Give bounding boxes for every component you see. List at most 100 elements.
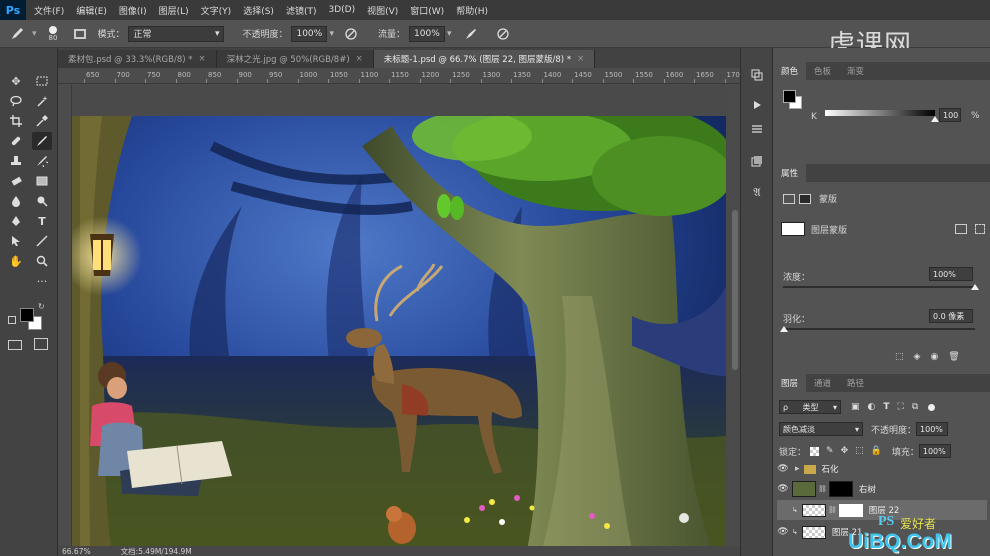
- marquee-tool-icon[interactable]: [32, 72, 52, 90]
- document-canvas[interactable]: [72, 116, 726, 550]
- filter-shape-icon[interactable]: ⛶: [898, 402, 904, 412]
- character-panel-icon[interactable]: 𝔄: [748, 184, 766, 202]
- healing-brush-tool-icon[interactable]: [6, 132, 26, 150]
- layer-row-shihua[interactable]: 👁 ▸ 石化: [777, 460, 987, 478]
- brush-size-picker[interactable]: 80: [49, 25, 57, 42]
- layer-opacity-input[interactable]: 100%: [916, 422, 949, 436]
- k-value-input[interactable]: 100: [939, 108, 961, 122]
- tab-material-psd[interactable]: 素材包.psd @ 33.3%(RGB/8) * ×: [58, 50, 217, 68]
- brush-panel-icon[interactable]: [71, 25, 89, 43]
- magic-wand-tool-icon[interactable]: [32, 92, 52, 110]
- opacity-input[interactable]: 100%: [291, 25, 328, 42]
- fill-input[interactable]: 100%: [918, 444, 951, 458]
- eye-icon[interactable]: 👁: [777, 464, 789, 474]
- chain-link-icon[interactable]: ⛓: [818, 485, 827, 493]
- crop-tool-icon[interactable]: [6, 112, 26, 130]
- close-icon[interactable]: ×: [577, 54, 584, 64]
- density-slider-knob[interactable]: [971, 284, 979, 290]
- eye-icon[interactable]: 👁: [777, 527, 789, 537]
- tab-paths[interactable]: 路径: [839, 374, 872, 392]
- move-tool-icon[interactable]: ✥: [6, 72, 26, 90]
- k-slider-track[interactable]: [825, 110, 935, 116]
- menu-window[interactable]: 窗口(W): [410, 4, 444, 17]
- tab-untitled-1-psd[interactable]: 未标题-1.psd @ 66.7% (图层 22, 图层蒙版/8) * ×: [373, 50, 596, 68]
- foreground-color-swatch[interactable]: [20, 308, 34, 322]
- hand-tool-icon[interactable]: ✋: [6, 252, 26, 270]
- dodge-tool-icon[interactable]: [32, 192, 52, 210]
- toggle-mask-visibility-icon[interactable]: ◉: [930, 352, 938, 362]
- lock-artboard-icon[interactable]: ⬚: [855, 446, 864, 456]
- path-selection-tool-icon[interactable]: [6, 232, 26, 250]
- menu-3d[interactable]: 3D(D): [328, 5, 355, 15]
- quick-mask-icon[interactable]: [8, 340, 22, 350]
- pressure-opacity-icon[interactable]: [342, 25, 360, 43]
- tab-color[interactable]: 颜色: [773, 62, 807, 80]
- zoom-level[interactable]: 66.67%: [62, 547, 91, 556]
- type-tool-icon[interactable]: T: [32, 212, 52, 230]
- history-panel-icon[interactable]: [748, 66, 766, 84]
- more-tools-icon[interactable]: ···: [32, 272, 52, 290]
- mask-thumbnail[interactable]: [781, 222, 805, 236]
- chevron-down-icon[interactable]: ▸: [795, 464, 800, 474]
- delete-mask-icon[interactable]: 🗑: [948, 352, 959, 362]
- zoom-tool-icon[interactable]: [32, 252, 52, 270]
- add-pixel-mask-icon[interactable]: [955, 224, 967, 234]
- load-selection-icon[interactable]: ⬚: [895, 352, 904, 362]
- tab-layers[interactable]: 图层: [773, 374, 807, 392]
- swap-colors-icon[interactable]: ↻: [38, 302, 45, 311]
- default-colors-icon[interactable]: [8, 316, 16, 324]
- filter-toggle-icon[interactable]: [928, 403, 936, 411]
- filter-pixel-icon[interactable]: ▣: [851, 402, 860, 412]
- pen-tool-icon[interactable]: [6, 212, 26, 230]
- feather-input[interactable]: 0.0 像素: [929, 309, 973, 323]
- gradient-tool-icon[interactable]: [32, 172, 52, 190]
- clone-stamp-tool-icon[interactable]: [6, 152, 26, 170]
- filter-type-icon[interactable]: T: [883, 402, 889, 412]
- tab-channels[interactable]: 通道: [806, 374, 839, 392]
- blend-mode-select[interactable]: 颜色减淡 ▾: [779, 422, 863, 436]
- close-icon[interactable]: ×: [199, 54, 206, 64]
- eyedropper-tool-icon[interactable]: [32, 112, 52, 130]
- history-brush-tool-icon[interactable]: [32, 152, 52, 170]
- eye-icon[interactable]: 👁: [777, 484, 789, 494]
- tab-gradients[interactable]: 渐变: [839, 62, 872, 80]
- apply-mask-icon[interactable]: ◈: [914, 352, 921, 362]
- brush-tool-active-icon[interactable]: [32, 132, 52, 150]
- lock-pixels-icon[interactable]: ✎: [826, 446, 834, 456]
- opacity-chevron-icon[interactable]: ▾: [329, 29, 334, 39]
- tab-swatches[interactable]: 色板: [806, 62, 839, 80]
- menu-select[interactable]: 选择(S): [243, 4, 274, 17]
- menu-layer[interactable]: 图层(L): [159, 4, 189, 17]
- menu-edit[interactable]: 编辑(E): [76, 4, 107, 17]
- tool-preset-chevron-icon[interactable]: ▾: [32, 29, 37, 39]
- filter-smart-object-icon[interactable]: ⧉: [912, 402, 918, 412]
- actions-panel-icon[interactable]: [748, 96, 766, 114]
- menu-view[interactable]: 视图(V): [367, 4, 398, 17]
- tab-properties[interactable]: 属性: [773, 164, 807, 182]
- line-tool-icon[interactable]: [32, 232, 52, 250]
- menu-filter[interactable]: 滤镜(T): [286, 4, 317, 17]
- mode-select[interactable]: 正常 ▾: [128, 25, 225, 42]
- blur-tool-icon[interactable]: [6, 192, 26, 210]
- eraser-tool-icon[interactable]: [6, 172, 26, 190]
- airbrush-icon[interactable]: [462, 25, 480, 43]
- flow-chevron-icon[interactable]: ▾: [447, 29, 452, 39]
- lasso-tool-icon[interactable]: [6, 92, 26, 110]
- density-slider-track[interactable]: [783, 286, 975, 288]
- layer-filter-select[interactable]: ρ 类型 ▾: [779, 400, 841, 414]
- k-slider-knob[interactable]: [931, 116, 939, 122]
- add-vector-mask-icon[interactable]: [975, 224, 985, 234]
- lock-all-icon[interactable]: 🔒: [871, 446, 882, 456]
- pixel-mask-icon[interactable]: [783, 193, 795, 204]
- feather-slider-track[interactable]: [783, 328, 975, 330]
- layer-comps-panel-icon[interactable]: [748, 152, 766, 170]
- adjustments-panel-icon[interactable]: [748, 120, 766, 138]
- lock-transparent-icon[interactable]: [810, 446, 820, 456]
- menu-image[interactable]: 图像(I): [119, 4, 147, 17]
- menu-help[interactable]: 帮助(H): [456, 4, 488, 17]
- density-input[interactable]: 100%: [929, 267, 973, 281]
- layer-row-youshu[interactable]: 👁 ⛓ 右树: [777, 478, 987, 500]
- scrollbar-thumb[interactable]: [732, 210, 738, 370]
- close-icon[interactable]: ×: [356, 54, 363, 64]
- menu-type[interactable]: 文字(Y): [201, 4, 232, 17]
